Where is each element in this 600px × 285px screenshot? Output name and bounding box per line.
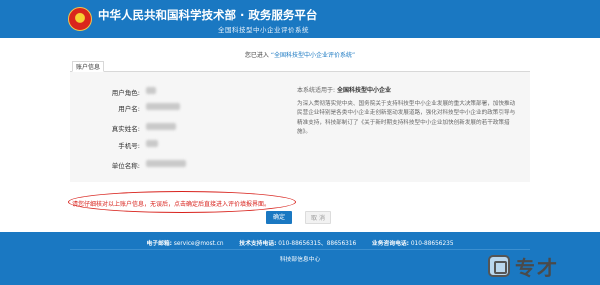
- field-label-user-role: 用户角色:: [111, 89, 140, 97]
- applies-to-value: 全国科技型中小企业: [336, 87, 391, 94]
- field-label-username: 用户名:: [118, 105, 140, 113]
- footer-tech-label: 技术支持电话:: [239, 241, 277, 247]
- tab-account-info[interactable]: 账户信息: [72, 61, 105, 72]
- tab-bar: 账户信息: [70, 61, 530, 72]
- national-emblem-icon: [68, 7, 92, 31]
- watermark-logo-icon: [488, 255, 510, 277]
- field-label-real-name: 真实姓名:: [111, 125, 140, 133]
- confirm-button[interactable]: 确定: [266, 211, 292, 224]
- applies-to-line: 本系统适用于: 全国科技型中小企业: [297, 85, 391, 94]
- applies-to-label: 本系统适用于:: [297, 87, 336, 94]
- cancel-button[interactable]: 取 消: [305, 211, 331, 224]
- watermark-text: 专才: [515, 255, 559, 280]
- watermark: 专才: [488, 252, 559, 280]
- header-title: 中华人民共和国科学技术部 · 政务服务平台: [98, 8, 318, 22]
- header-banner: 中华人民共和国科学技术部 · 政务服务平台 全国科技型中小企业评价系统: [0, 0, 600, 38]
- field-value-username-masked: [146, 103, 180, 110]
- footer-email-link[interactable]: service@most.cn: [174, 241, 224, 247]
- footer-email-label: 电子邮箱:: [146, 241, 172, 247]
- footer-contacts: 电子邮箱: service@most.cn 技术支持电话: 010-886563…: [0, 238, 600, 247]
- entered-system-line: 您已进入 “全国科技型中小企业评价系统”: [0, 50, 600, 59]
- footer-business-label: 业务咨询电话:: [371, 241, 409, 247]
- field-value-phone-masked: [146, 140, 158, 147]
- footer-tech-phone: 010-88656315、88656316: [278, 241, 357, 247]
- entered-system-link[interactable]: “全国科技型中小企业评价系统”: [271, 52, 355, 59]
- footer-divider: [70, 249, 530, 250]
- entered-prefix: 您已进入: [244, 52, 269, 59]
- header-subtitle: 全国科技型中小企业评价系统: [218, 26, 309, 34]
- policy-description: 为深入贯彻落实党中央、国务院关于支持科技型中小企业发展的重大决策部署，加快推动民…: [297, 101, 516, 135]
- field-label-organization: 单位名称:: [111, 162, 140, 170]
- field-value-real-name-masked: [146, 123, 176, 130]
- footer-business-phone: 010-88656235: [410, 241, 454, 247]
- notice-highlight-ellipse: [68, 191, 296, 213]
- field-value-organization-masked: [146, 160, 186, 167]
- field-label-phone: 手机号:: [118, 142, 140, 150]
- field-value-user-role-masked: [146, 87, 156, 94]
